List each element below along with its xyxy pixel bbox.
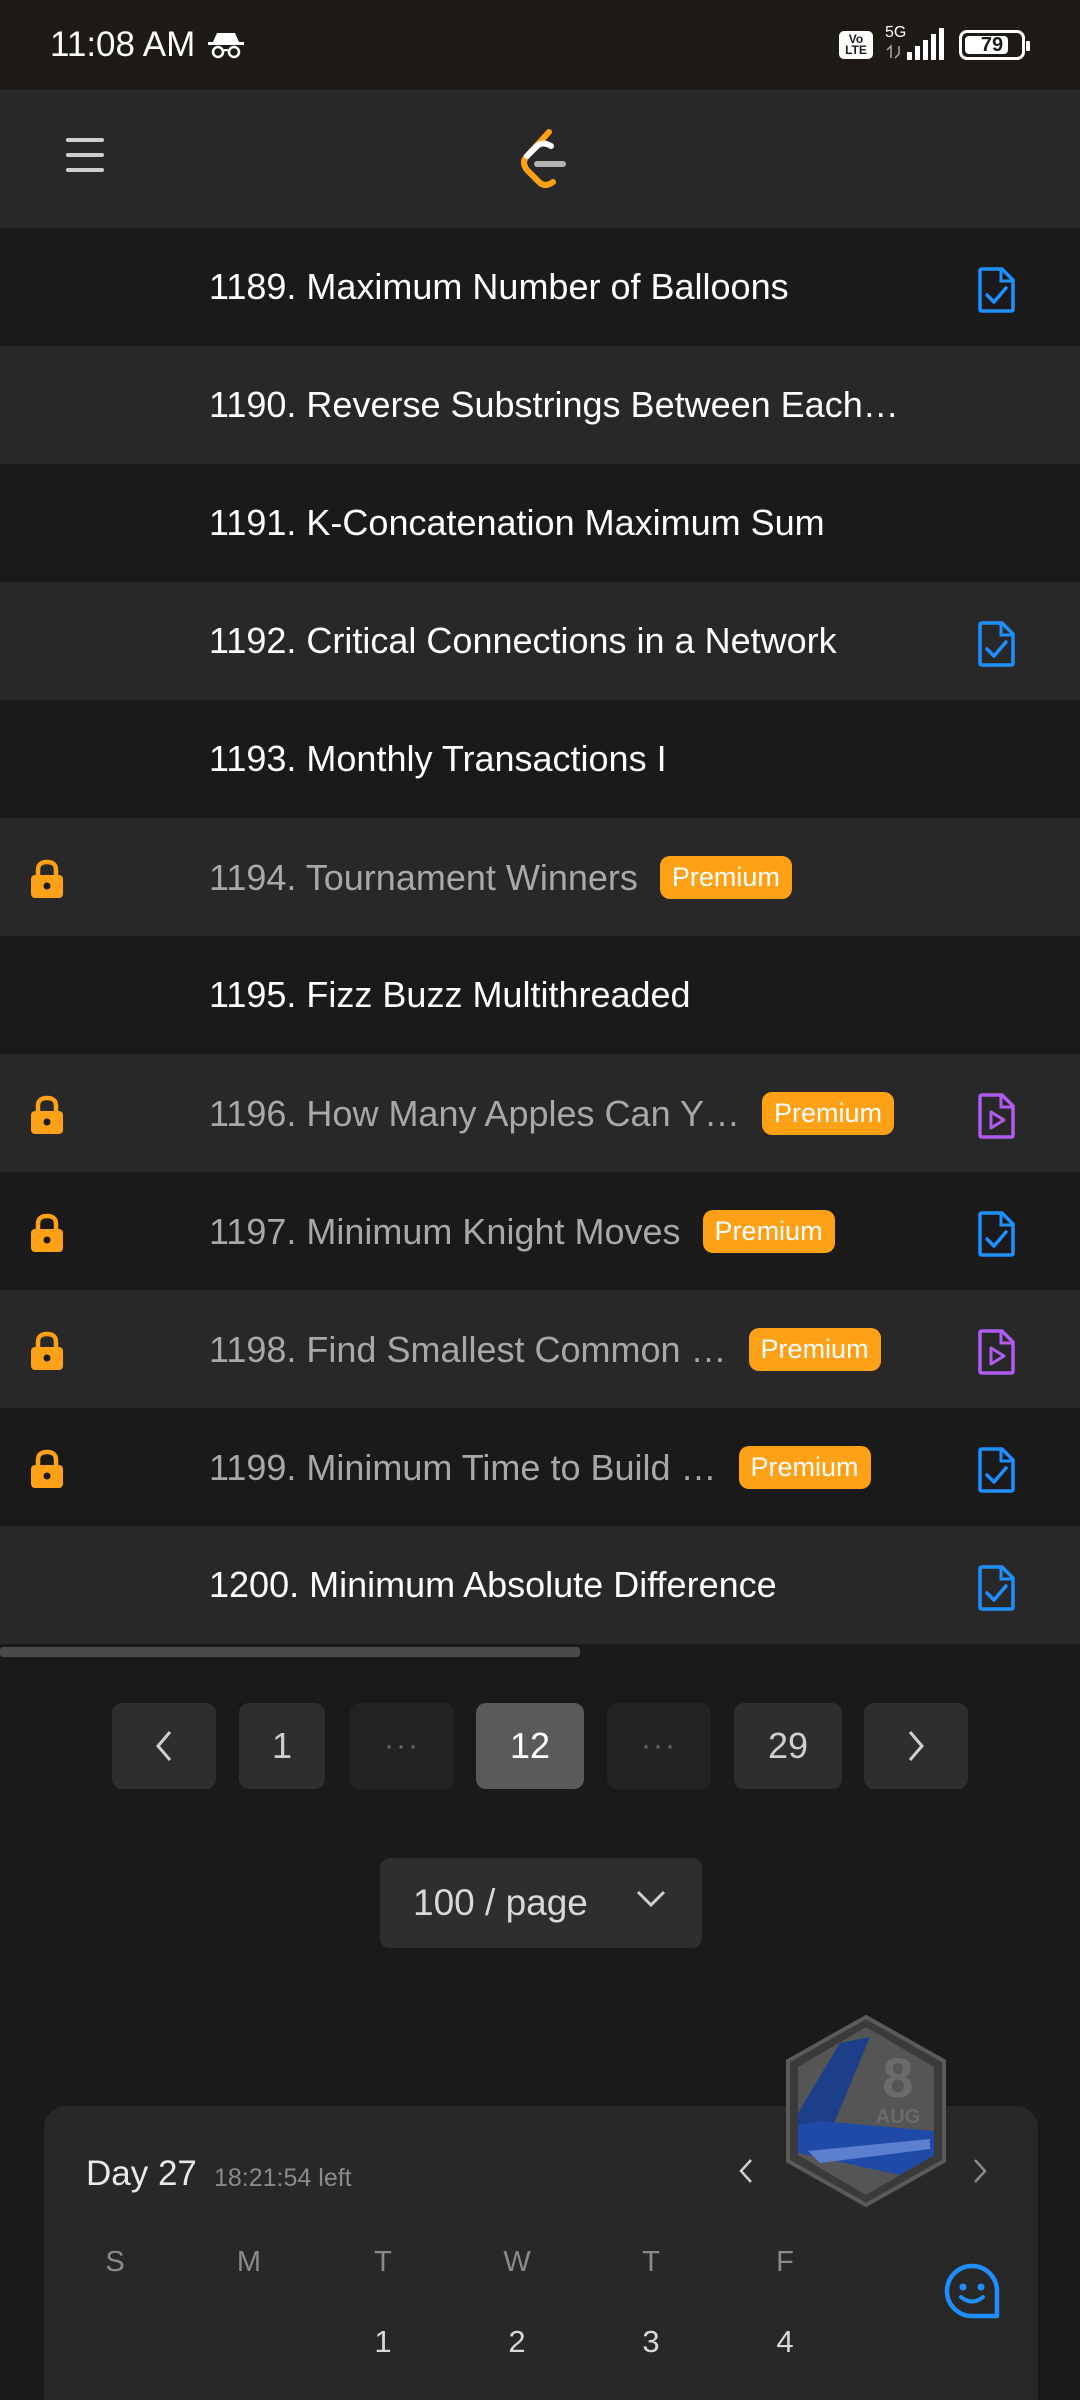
problem-title[interactable]: 1196. How Many Apples Can Y… Premium xyxy=(209,1091,894,1135)
page-ellipsis-left[interactable]: ··· xyxy=(350,1703,454,1789)
leetcode-logo[interactable] xyxy=(515,128,575,192)
prev-page-button[interactable] xyxy=(112,1703,216,1789)
problem-title-text: 1197. Minimum Knight Moves xyxy=(209,1210,681,1252)
problem-title[interactable]: 1199. Minimum Time to Build … Premium xyxy=(209,1445,871,1489)
problem-title-text: 1191. K-Concatenation Maximum Sum xyxy=(209,502,825,543)
page-size-select[interactable]: 100 / page xyxy=(380,1858,702,1948)
problem-title[interactable]: 1192. Critical Connections in a Network xyxy=(209,620,837,662)
chevron-down-icon xyxy=(636,1890,666,1908)
problem-title[interactable]: 1191. K-Concatenation Maximum Sum xyxy=(209,502,825,544)
next-page-button[interactable] xyxy=(864,1703,968,1789)
premium-badge: Premium xyxy=(761,1091,894,1135)
problem-title[interactable]: 1193. Monthly Transactions I xyxy=(209,738,667,780)
page-button-first[interactable]: 1 xyxy=(239,1703,325,1789)
app-header xyxy=(0,90,1080,228)
badge-day: 8 xyxy=(882,2046,913,2109)
battery-icon: 79 xyxy=(959,30,1030,60)
problem-row[interactable]: 1199. Minimum Time to Build … Premium xyxy=(0,1408,1080,1526)
page-button-last[interactable]: 29 xyxy=(734,1703,842,1789)
calendar-date[interactable]: 4 xyxy=(765,2324,805,2360)
chevron-left-icon xyxy=(156,1731,172,1761)
problem-title[interactable]: 1198. Find Smallest Common … Premium xyxy=(209,1327,881,1371)
problem-title-text: 1195. Fizz Buzz Multithreaded xyxy=(209,974,691,1015)
volte-icon: Vo LTE xyxy=(839,31,873,59)
weekday-label: T xyxy=(374,2246,392,2278)
page-size-value: 100 / page xyxy=(413,1882,588,1923)
problem-row[interactable]: 1197. Minimum Knight Moves Premium xyxy=(0,1172,1080,1290)
badge-month: AUG xyxy=(876,2106,920,2128)
calendar-date[interactable]: 2 xyxy=(497,2324,537,2360)
problem-title[interactable]: 1190. Reverse Substrings Between Each… xyxy=(209,384,899,426)
problem-row[interactable]: 1200. Minimum Absolute Difference xyxy=(0,1526,1080,1644)
problem-row[interactable]: 1192. Critical Connections in a Network xyxy=(0,582,1080,700)
calendar-prev-icon[interactable] xyxy=(738,2158,754,2184)
problem-title-text: 1194. Tournament Winners xyxy=(209,856,638,898)
status-time: 11:08 AM xyxy=(50,25,196,64)
weekday-label: T xyxy=(642,2246,660,2278)
problem-title[interactable]: 1195. Fizz Buzz Multithreaded xyxy=(209,974,691,1016)
battery-level: 79 xyxy=(980,33,1004,56)
premium-badge: Premium xyxy=(738,1445,871,1489)
problem-title-text: 1198. Find Smallest Common … xyxy=(209,1328,727,1370)
daily-badge-icon[interactable]: 8 AUG xyxy=(780,2013,952,2209)
problem-row[interactable]: 1196. How Many Apples Can Y… Premium xyxy=(0,1054,1080,1172)
premium-badge: Premium xyxy=(748,1327,881,1371)
calendar-date[interactable]: 1 xyxy=(363,2324,403,2360)
calendar-day-title: Day 27 xyxy=(86,2154,197,2193)
premium-badge: Premium xyxy=(659,855,792,899)
chevron-right-icon xyxy=(908,1731,924,1761)
solution-solved-icon[interactable] xyxy=(976,621,1016,667)
lock-icon xyxy=(31,1331,63,1370)
problem-title-text: 1196. How Many Apples Can Y… xyxy=(209,1092,740,1134)
video-solution-icon[interactable] xyxy=(976,1093,1016,1139)
solution-solved-icon[interactable] xyxy=(976,1565,1016,1611)
solution-solved-icon[interactable] xyxy=(976,1211,1016,1257)
problem-title-text: 1189. Maximum Number of Balloons xyxy=(209,266,789,307)
page-ellipsis-right[interactable]: ··· xyxy=(607,1703,711,1789)
problem-row[interactable]: 1198. Find Smallest Common … Premium xyxy=(0,1290,1080,1408)
problem-row[interactable]: 1195. Fizz Buzz Multithreaded xyxy=(0,936,1080,1054)
problem-row[interactable]: 1194. Tournament Winners Premium xyxy=(0,818,1080,936)
signal-icon: 5G xyxy=(885,24,947,62)
weekday-label: S xyxy=(105,2246,125,2278)
problem-title-text: 1193. Monthly Transactions I xyxy=(209,738,667,779)
problem-title[interactable]: 1200. Minimum Absolute Difference xyxy=(209,1564,777,1606)
problem-title-text: 1199. Minimum Time to Build … xyxy=(209,1446,717,1488)
lock-icon xyxy=(31,1213,63,1252)
incognito-icon xyxy=(208,33,245,59)
problem-row[interactable]: 1189. Maximum Number of Balloons xyxy=(0,228,1080,346)
lock-icon xyxy=(31,1449,63,1488)
problem-row[interactable]: 1190. Reverse Substrings Between Each… xyxy=(0,346,1080,464)
problem-title-text: 1200. Minimum Absolute Difference xyxy=(209,1564,777,1605)
calendar-next-icon[interactable] xyxy=(972,2158,988,2184)
chat-smile-icon xyxy=(944,2263,1000,2319)
video-solution-icon[interactable] xyxy=(976,1329,1016,1375)
calendar-time-left: 18:21:54 left xyxy=(214,2164,352,2192)
solution-solved-icon[interactable] xyxy=(976,1447,1016,1493)
problem-title-text: 1190. Reverse Substrings Between Each… xyxy=(209,384,899,425)
hamburger-icon[interactable] xyxy=(66,138,104,178)
problem-title[interactable]: 1194. Tournament Winners Premium xyxy=(209,855,792,899)
solution-solved-icon[interactable] xyxy=(976,267,1016,313)
lock-icon xyxy=(31,859,63,898)
pagination: 1 ··· 12 ··· 29 xyxy=(0,1703,1080,1789)
lock-icon xyxy=(31,1095,63,1134)
calendar-date[interactable]: 3 xyxy=(631,2324,671,2360)
page-button-current[interactable]: 12 xyxy=(476,1703,584,1789)
problem-title[interactable]: 1197. Minimum Knight Moves Premium xyxy=(209,1209,835,1253)
feedback-chat-button[interactable] xyxy=(906,2228,1038,2354)
weekday-label: W xyxy=(503,2246,531,2278)
problem-row[interactable]: 1193. Monthly Transactions I xyxy=(0,700,1080,818)
weekday-label: F xyxy=(776,2246,794,2278)
weekday-label: M xyxy=(236,2246,262,2278)
problem-title[interactable]: 1189. Maximum Number of Balloons xyxy=(209,266,789,308)
status-bar: 11:08 AM Vo LTE 5G 79 xyxy=(0,0,1080,90)
horizontal-scrollbar[interactable] xyxy=(0,1647,1080,1657)
problem-list: 1189. Maximum Number of Balloons 1190. Re… xyxy=(0,228,1080,1644)
problem-row[interactable]: 1191. K-Concatenation Maximum Sum xyxy=(0,464,1080,582)
problem-title-text: 1192. Critical Connections in a Network xyxy=(209,620,837,661)
premium-badge: Premium xyxy=(702,1209,835,1253)
scrollbar-thumb[interactable] xyxy=(0,1647,580,1657)
